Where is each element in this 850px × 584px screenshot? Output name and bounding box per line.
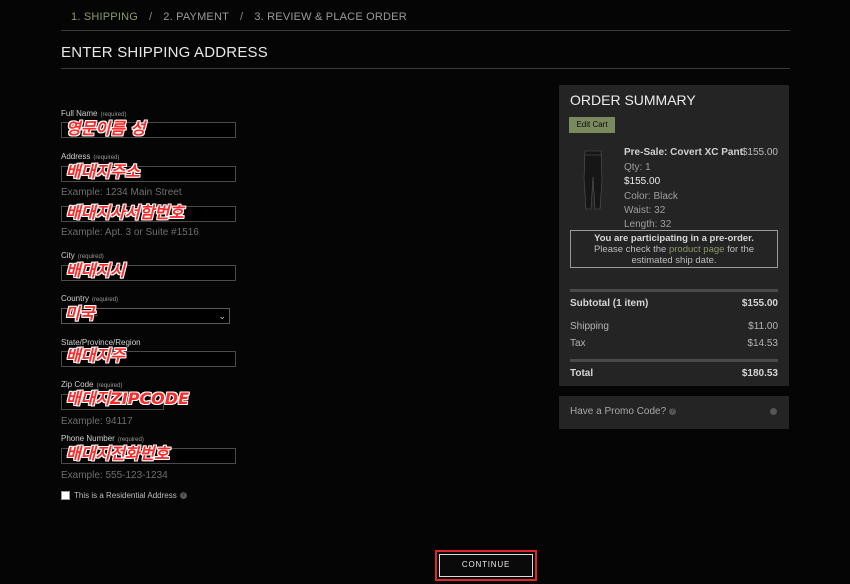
step-separator: /: [149, 11, 153, 23]
checkout-steps: 1. SHIPPING / 2. PAYMENT / 3. REVIEW & PLACE…: [71, 11, 407, 23]
phone-example: Example: 555-123-1234: [61, 470, 168, 481]
residential-row: This is a Residential Address?: [61, 491, 187, 501]
divider: [570, 359, 778, 362]
divider: [61, 30, 790, 31]
city-label: City (required): [61, 251, 104, 260]
product-length: Length: 32: [624, 219, 672, 230]
address2-annotation: 배대지사서함번호: [66, 203, 184, 222]
address-annotation: 배대지주소: [66, 162, 140, 181]
phone-annotation: 배대지전화번호: [66, 444, 170, 463]
step-separator: /: [240, 11, 244, 23]
divider: [61, 68, 790, 69]
country-label: Country (required): [61, 294, 119, 303]
product-waist: Waist: 32: [624, 205, 666, 216]
address-example: Example: 1234 Main Street: [61, 187, 182, 198]
chevron-down-icon: ⌄: [218, 311, 226, 321]
step-review[interactable]: 3. REVIEW & PLACE ORDER: [254, 11, 407, 23]
zip-example: Example: 94117: [61, 416, 133, 427]
help-icon[interactable]: ?: [179, 492, 187, 500]
edit-cart-button[interactable]: Edit Cart: [569, 117, 615, 133]
notice-text: for the: [727, 244, 755, 255]
country-annotation: 미국: [65, 304, 95, 323]
summary-title: ORDER SUMMARY: [570, 92, 696, 108]
promo-label: Have a Promo Code?: [570, 406, 667, 417]
notice-text: estimated ship date.: [631, 255, 717, 266]
residential-checkbox[interactable]: [61, 491, 70, 501]
page-title: ENTER SHIPPING ADDRESS: [61, 44, 268, 61]
product-color: Color: Black: [624, 191, 678, 202]
total-row: Total $180.53: [570, 368, 778, 379]
product-page-link[interactable]: product page: [669, 244, 724, 255]
subtotal-row: Subtotal (1 item) $155.00: [570, 298, 778, 309]
tax-row: Tax $14.53: [570, 338, 778, 349]
product-name[interactable]: Pre-Sale: Covert XC Pant: [624, 147, 743, 158]
address-label: Address (required): [61, 152, 120, 161]
continue-highlight: CONTINUE: [435, 550, 537, 581]
continue-button[interactable]: CONTINUE: [439, 554, 533, 577]
city-annotation: 배대지시: [66, 261, 125, 280]
preorder-notice: You are participating in a pre-order. Pl…: [570, 230, 778, 268]
expand-icon[interactable]: [770, 408, 777, 415]
notice-text: Please check the: [593, 244, 667, 255]
full-name-annotation: 영문이름 성: [66, 119, 146, 138]
zip-label: Zip Code (required): [61, 380, 123, 389]
state-annotation: 배대지주: [66, 346, 125, 365]
product-qty: Qty: 1: [624, 162, 651, 173]
step-shipping[interactable]: 1. SHIPPING: [71, 11, 138, 23]
divider: [570, 289, 778, 292]
phone-label: Phone Number (required): [61, 434, 144, 443]
order-summary: ORDER SUMMARY Edit Cart Pre-Sale: Covert…: [559, 85, 789, 386]
residential-label: This is a Residential Address: [74, 491, 177, 500]
promo-code-toggle[interactable]: Have a Promo Code??: [559, 396, 789, 429]
address2-example: Example: Apt. 3 or Suite #1516: [61, 227, 199, 238]
product-image[interactable]: [581, 149, 605, 211]
product-price: $155.00: [741, 147, 778, 158]
product-line-price: $155.00: [624, 176, 661, 187]
full-name-label: Full Name (required): [61, 109, 127, 118]
notice-heading: You are participating in a pre-order.: [594, 233, 754, 244]
help-icon[interactable]: ?: [669, 407, 677, 415]
shipping-row: Shipping $11.00: [570, 321, 778, 332]
step-payment[interactable]: 2. PAYMENT: [163, 11, 229, 23]
zip-annotation: 배대지ZIPCODE: [66, 389, 189, 408]
